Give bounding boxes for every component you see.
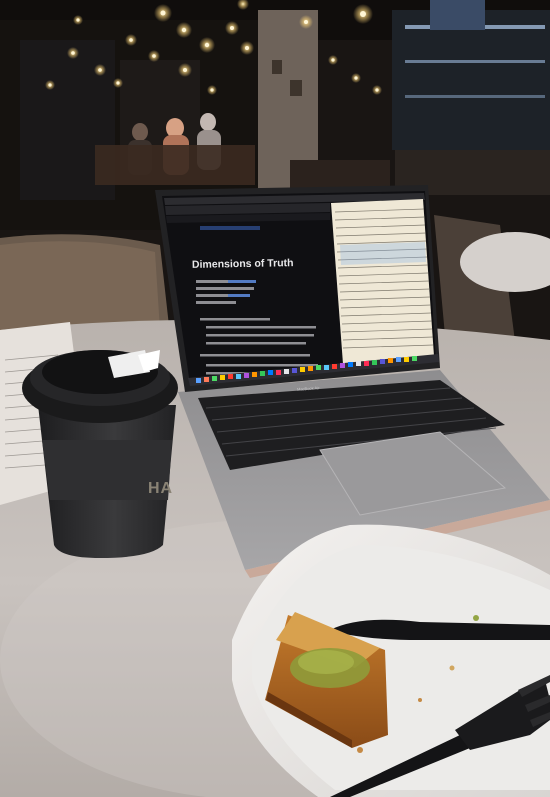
cafe-photo-scene: Dimensions of Truth MacBook Air HA: [0, 0, 550, 797]
display-case: [392, 10, 550, 150]
photo-illustration: [0, 0, 550, 797]
cup-brand-text: HA: [148, 480, 174, 497]
notes-page-title: Dimensions of Truth: [191, 257, 294, 271]
